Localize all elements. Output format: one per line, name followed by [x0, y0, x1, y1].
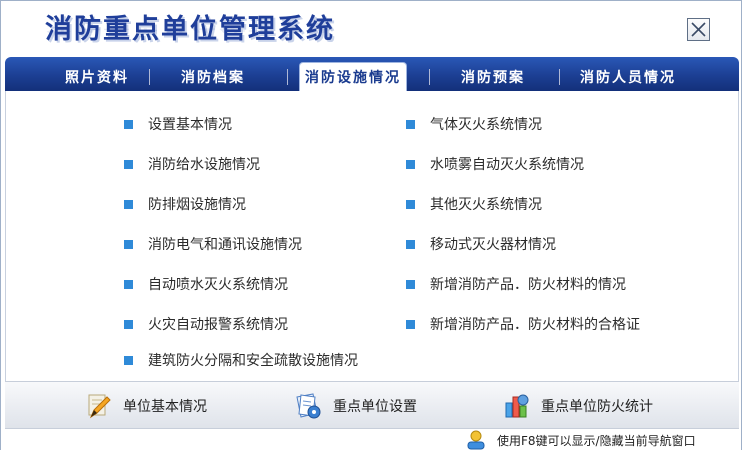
bullet-icon [406, 319, 415, 329]
facilities-panel: 设置基本情况 消防给水设施情况 防排烟设施情况 消防电气和通讯设施情况 自动喷水… [5, 91, 739, 381]
facility-item-smoke-exhaust[interactable]: 防排烟设施情况 [124, 194, 246, 214]
tab-bar: 照片资料 消防档案 消防设施情况 消防预案 消防人员情况 [5, 57, 739, 91]
tab-separator [149, 69, 150, 85]
facility-item-label: 消防电气和通讯设施情况 [148, 237, 302, 253]
tab-photos[interactable]: 照片资料 [45, 62, 149, 91]
key-unit-settings-button[interactable]: 重点单位设置 [293, 390, 417, 422]
bullet-icon [406, 159, 415, 169]
bottom-toolbar: 单位基本情况 重点单位设置 重点单位防火统计 [5, 381, 739, 429]
tab-facilities[interactable]: 消防设施情况 [299, 62, 407, 91]
facility-item-label: 气体灭火系统情况 [430, 117, 542, 133]
app-title-reflection: 消防重点单位管理系统 [45, 28, 335, 37]
pencil-icon [88, 394, 111, 419]
main-window: 消防重点单位管理系统 消防重点单位管理系统 照片资料 消防档案 消防设施情况 消… [0, 0, 742, 450]
bullet-icon [124, 279, 133, 289]
facility-item-water-mist[interactable]: 水喷雾自动灭火系统情况 [406, 154, 584, 174]
bullet-icon [124, 119, 133, 129]
tab-separator [429, 69, 430, 85]
bullet-icon [406, 279, 415, 289]
bullet-icon [406, 239, 415, 249]
title-area: 消防重点单位管理系统 消防重点单位管理系统 [1, 1, 741, 59]
facility-item-portable-extinguishers[interactable]: 移动式灭火器材情况 [406, 234, 556, 254]
close-button[interactable] [687, 18, 710, 41]
facility-item-sprinkler[interactable]: 自动喷水灭火系统情况 [124, 274, 288, 294]
key-unit-settings-label: 重点单位设置 [333, 399, 417, 415]
facility-item-label: 消防给水设施情况 [148, 157, 260, 173]
bullet-icon [124, 239, 133, 249]
facility-item-label: 火灾自动报警系统情况 [148, 317, 288, 333]
facility-item-water-supply[interactable]: 消防给水设施情况 [124, 154, 260, 174]
tab-plans[interactable]: 消防预案 [441, 62, 545, 91]
close-icon [691, 22, 706, 37]
facility-item-electrical-comms[interactable]: 消防电气和通讯设施情况 [124, 234, 302, 254]
facility-item-new-products-certificate[interactable]: 新增消防产品．防火材料的合格证 [406, 314, 640, 334]
unit-info-label: 单位基本情况 [123, 399, 207, 415]
facility-item-fire-alarm[interactable]: 火灾自动报警系统情况 [124, 314, 288, 334]
bullet-icon [124, 199, 133, 209]
bullet-icon [124, 355, 133, 365]
tab-personnel[interactable]: 消防人员情况 [569, 62, 687, 91]
facility-item-basic[interactable]: 设置基本情况 [124, 114, 232, 134]
facility-item-new-products[interactable]: 新增消防产品．防火材料的情况 [406, 274, 626, 294]
bullet-icon [406, 199, 415, 209]
facility-item-label: 新增消防产品．防火材料的情况 [430, 277, 626, 293]
user-icon [467, 430, 485, 450]
app-title: 消防重点单位管理系统 [45, 14, 335, 45]
facility-item-other-extinguishing[interactable]: 其他灭火系统情况 [406, 194, 542, 214]
tab-separator [287, 69, 288, 85]
facility-item-gas-extinguishing[interactable]: 气体灭火系统情况 [406, 114, 542, 134]
bullet-icon [124, 159, 133, 169]
facility-item-label: 防排烟设施情况 [148, 197, 246, 213]
facility-item-label: 建筑防火分隔和安全疏散设施情况 [148, 353, 358, 369]
key-unit-stats-button[interactable]: 重点单位防火统计 [501, 390, 653, 422]
document-settings-icon [296, 393, 321, 419]
bullet-icon [124, 319, 133, 329]
facility-item-label: 移动式灭火器材情况 [430, 237, 556, 253]
chart-stats-icon [505, 394, 529, 418]
tab-archives[interactable]: 消防档案 [161, 62, 265, 91]
unit-info-button[interactable]: 单位基本情况 [83, 390, 207, 422]
status-hint: 使用F8键可以显示/隐藏当前导航窗口 [497, 434, 696, 448]
tab-separator [559, 69, 560, 85]
facility-item-label: 自动喷水灭火系统情况 [148, 277, 288, 293]
facility-item-label: 其他灭火系统情况 [430, 197, 542, 213]
bullet-icon [406, 119, 415, 129]
status-bar: 使用F8键可以显示/隐藏当前导航窗口 [1, 429, 741, 450]
key-unit-stats-label: 重点单位防火统计 [541, 399, 653, 415]
facility-item-label: 水喷雾自动灭火系统情况 [430, 157, 584, 173]
facility-item-label: 新增消防产品．防火材料的合格证 [430, 317, 640, 333]
facility-item-label: 设置基本情况 [148, 117, 232, 133]
facility-item-fire-separation[interactable]: 建筑防火分隔和安全疏散设施情况 [124, 350, 358, 370]
